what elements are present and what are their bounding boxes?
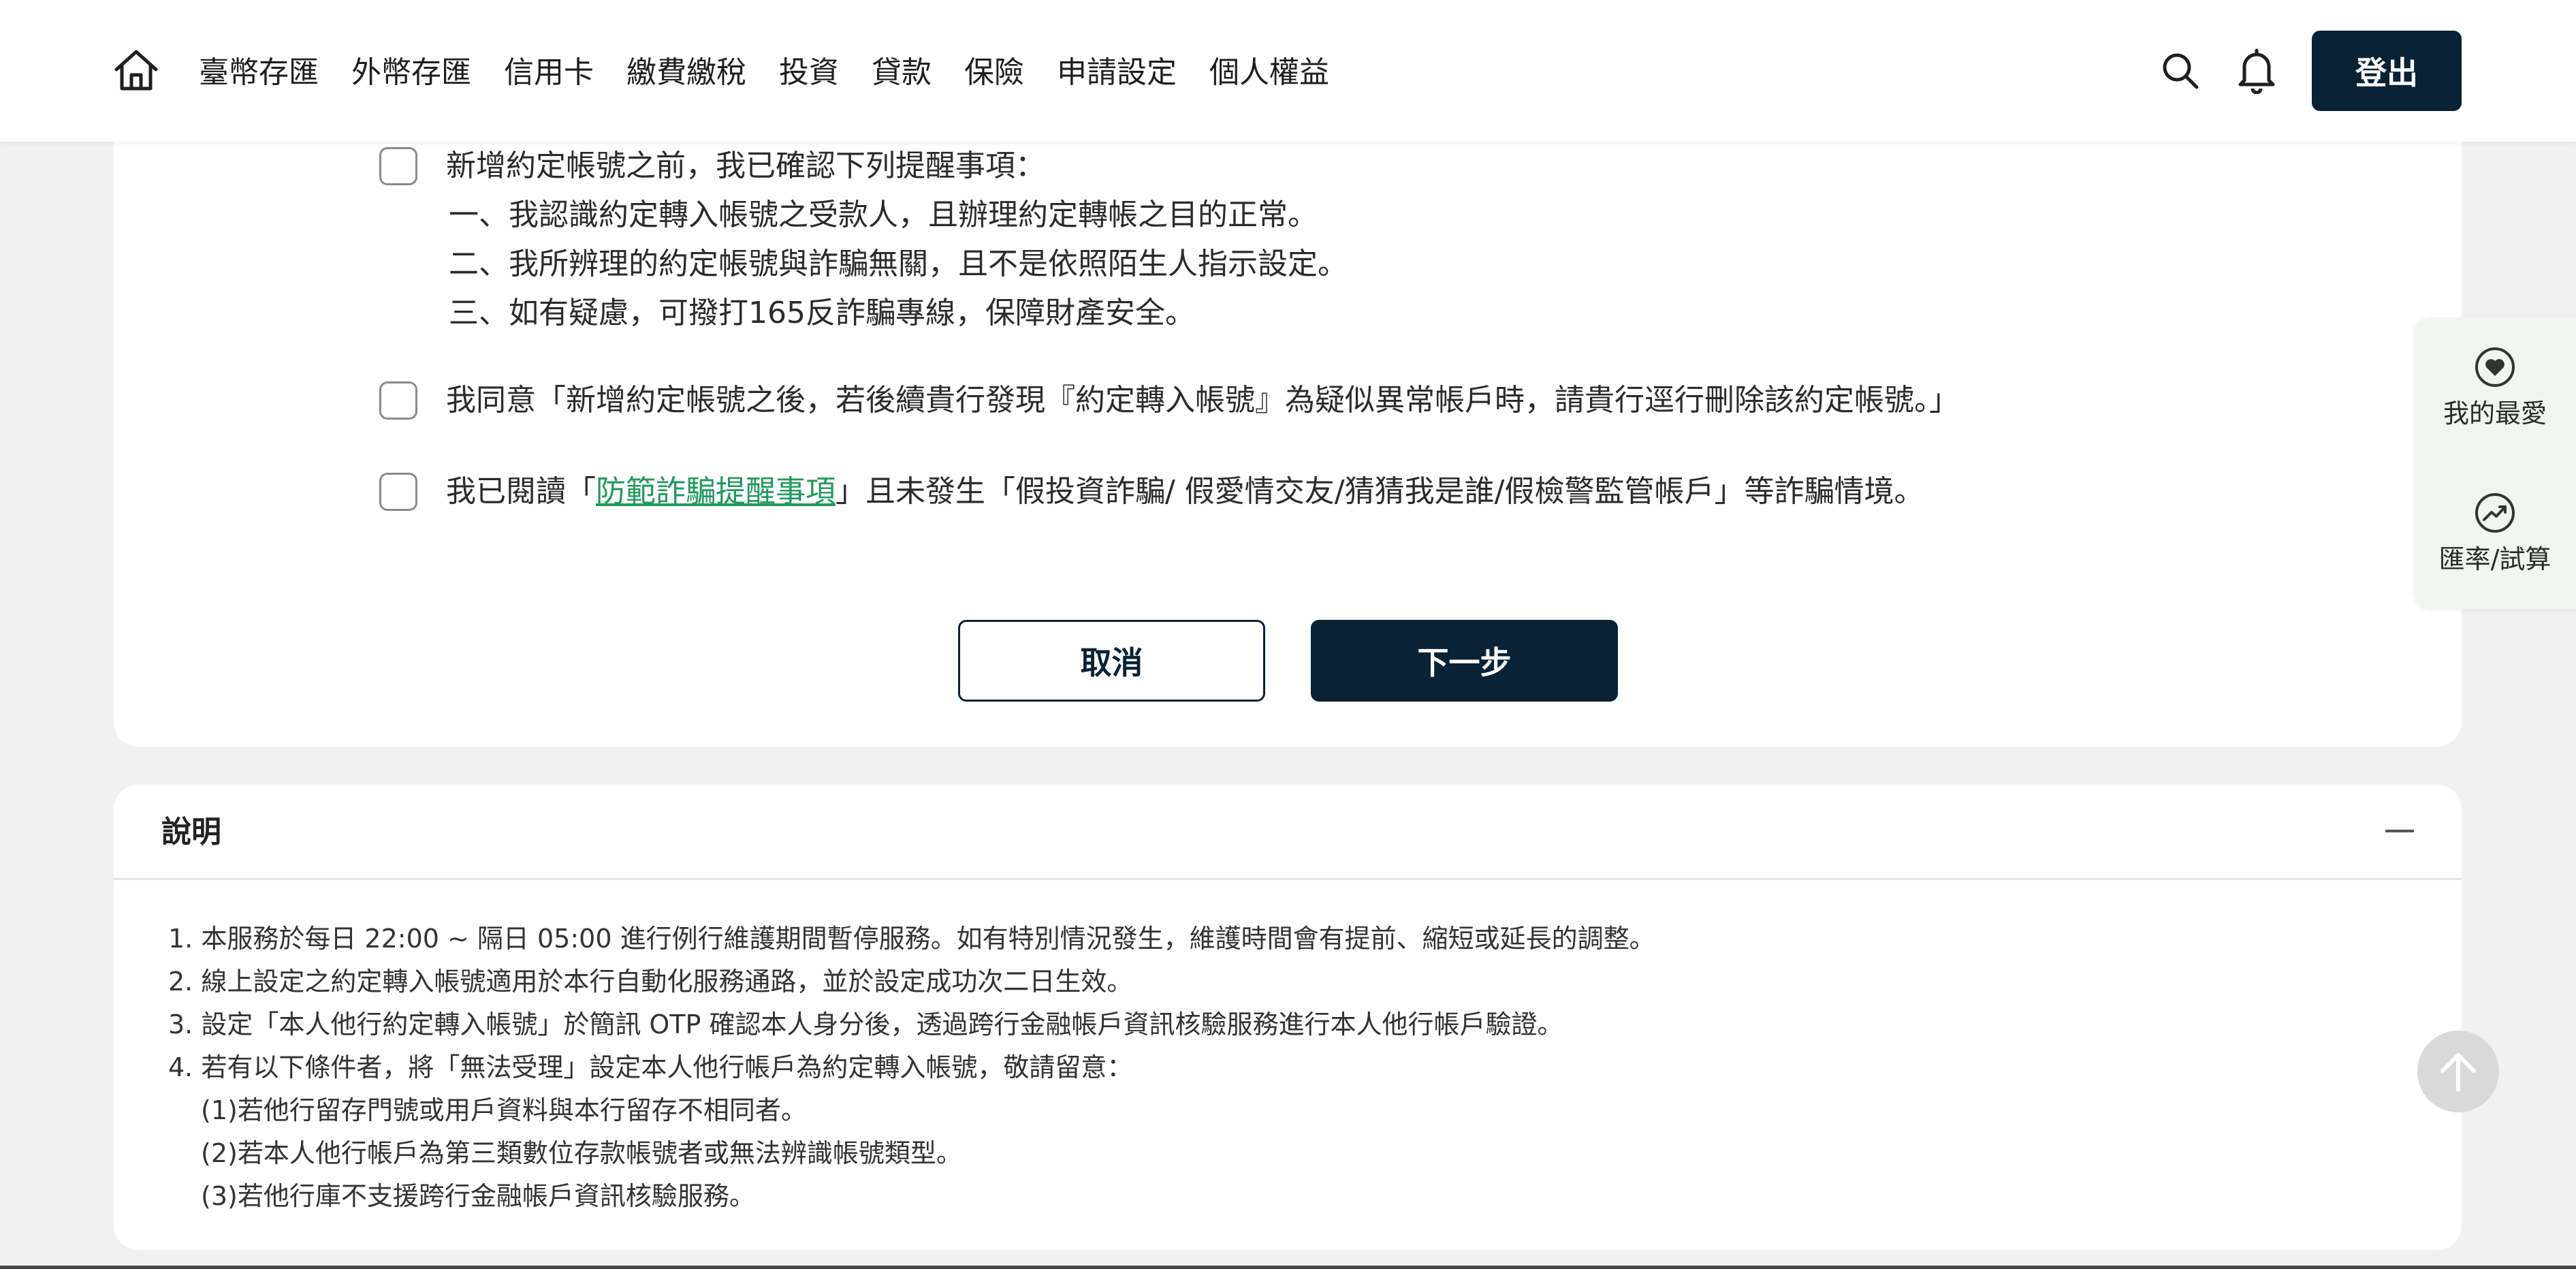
- nav-foreign[interactable]: 外幣存匯: [351, 53, 471, 93]
- home-icon[interactable]: [112, 48, 160, 93]
- notes-body: 1. 本服務於每日 22:00 ~ 隔日 05:00 進行例行維護期間暫停服務。…: [168, 918, 1655, 1218]
- agreement-item-2: 我同意「新增約定帳號之後，若後續貴行發現『約定轉入帳號』為疑似異常帳戶時，請貴行…: [379, 376, 1959, 425]
- nav-twd[interactable]: 臺幣存匯: [199, 53, 319, 93]
- side-rates-label: 匯率/試算: [2438, 544, 2551, 574]
- nav-settings[interactable]: 申請設定: [1057, 53, 1177, 93]
- search-icon[interactable]: [2160, 50, 2201, 91]
- nav-loan[interactable]: 貸款: [872, 53, 932, 93]
- agreement-title-1: 新增約定帳號之前，我已確認下列提醒事項：: [446, 148, 1045, 183]
- agree-checkbox-2[interactable]: [379, 381, 417, 420]
- side-rates[interactable]: 匯率/試算: [2414, 492, 2576, 576]
- note-line-3: 3. 設定「本人他行約定轉入帳號」於簡訊 OTP 確認本人身分後，透過跨行金融帳…: [168, 1009, 1563, 1039]
- logout-button[interactable]: 登出: [2312, 31, 2462, 111]
- nav-credit-card[interactable]: 信用卡: [504, 53, 594, 93]
- agree-checkbox-3[interactable]: [379, 473, 417, 511]
- cancel-button[interactable]: 取消: [958, 620, 1265, 702]
- agreement-item-1: 新增約定帳號之前，我已確認下列提醒事項： 一、我認識約定轉入帳號之受款人，且辦理…: [379, 142, 1348, 338]
- fraud-prevention-link[interactable]: 防範詐騙提醒事項: [596, 474, 836, 509]
- nav-payment[interactable]: 繳費繳稅: [626, 53, 746, 93]
- nav-insurance[interactable]: 保險: [964, 53, 1024, 93]
- bell-icon[interactable]: [2236, 48, 2277, 94]
- next-step-button[interactable]: 下一步: [1311, 620, 1618, 702]
- collapse-minus-icon[interactable]: [2385, 830, 2414, 832]
- bottom-divider: [0, 1266, 2576, 1269]
- notes-title: 說明: [161, 815, 221, 849]
- agreement-point-3: 三、如有疑慮，可撥打165反詐騙專線，保障財產安全。: [449, 296, 1195, 330]
- agreement-point-1: 一、我認識約定轉入帳號之受款人，且辦理約定轉帳之目的正常。: [449, 198, 1318, 232]
- note-sub-1: (1)若他行留存門號或用戶資料與本行留存不相同者。: [201, 1095, 807, 1125]
- agreement-item-3: 我已閱讀「防範詐騙提醒事項」且未發生「假投資詐騙/ 假愛情交友/猜猜我是誰/假檢…: [379, 467, 1924, 516]
- arrow-up-icon: [2440, 1053, 2476, 1092]
- agreement-text-2: 我同意「新增約定帳號之後，若後續貴行發現『約定轉入帳號』為疑似異常帳戶時，請貴行…: [446, 383, 1959, 418]
- back-to-top-button[interactable]: [2417, 1031, 2499, 1112]
- agreement-prefix-3: 我已閱讀「: [446, 474, 596, 509]
- nav-personal[interactable]: 個人權益: [1209, 53, 1329, 93]
- top-header: 臺幣存匯 外幣存匯 信用卡 繳費繳稅 投資 貸款 保險 申請設定 個人權益 登出: [0, 0, 2576, 142]
- side-quick-panel: 我的最愛 匯率/試算: [2414, 317, 2576, 609]
- main-nav: 臺幣存匯 外幣存匯 信用卡 繳費繳稅 投資 貸款 保險 申請設定 個人權益: [199, 53, 1362, 93]
- agreement-text-3: 我已閱讀「防範詐騙提醒事項」且未發生「假投資詐騙/ 假愛情交友/猜猜我是誰/假檢…: [446, 467, 1924, 516]
- agree-checkbox-1[interactable]: [379, 147, 417, 185]
- notes-card: 說明 1. 本服務於每日 22:00 ~ 隔日 05:00 進行例行維護期間暫停…: [114, 785, 2462, 1250]
- note-line-4: 4. 若有以下條件者，將「無法受理」設定本人他行帳戶為約定轉入帳號，敬請留意：: [168, 1052, 1133, 1082]
- note-line-2: 2. 線上設定之約定轉入帳號適用於本行自動化服務通路，並於設定成功次二日生效。: [168, 967, 1133, 997]
- note-sub-3: (3)若他行庫不支援跨行金融帳戶資訊核驗服務。: [201, 1181, 755, 1211]
- agreement-suffix-3: 」且未發生「假投資詐騙/ 假愛情交友/猜猜我是誰/假檢警監管帳戶」等詐騙情境。: [836, 474, 1924, 509]
- agreement-text-1: 新增約定帳號之前，我已確認下列提醒事項： 一、我認識約定轉入帳號之受款人，且辦理…: [446, 142, 1348, 338]
- side-favorites-label: 我的最愛: [2443, 398, 2547, 428]
- nav-investment[interactable]: 投資: [779, 53, 839, 93]
- side-favorites[interactable]: 我的最愛: [2414, 346, 2576, 430]
- note-line-1: 1. 本服務於每日 22:00 ~ 隔日 05:00 進行例行維護期間暫停服務。…: [168, 924, 1655, 954]
- trend-icon: [2475, 493, 2515, 533]
- note-sub-2: (2)若本人他行帳戶為第三類數位存款帳號者或無法辨識帳號類型。: [201, 1138, 962, 1168]
- notes-header[interactable]: 說明: [114, 785, 2462, 880]
- agreement-point-2: 二、我所辨理的約定帳號與詐騙無關，且不是依照陌生人指示設定。: [449, 247, 1348, 281]
- heart-icon: [2475, 347, 2515, 387]
- agreement-card: 新增約定帳號之前，我已確認下列提醒事項： 一、我認識約定轉入帳號之受款人，且辦理…: [114, 142, 2462, 747]
